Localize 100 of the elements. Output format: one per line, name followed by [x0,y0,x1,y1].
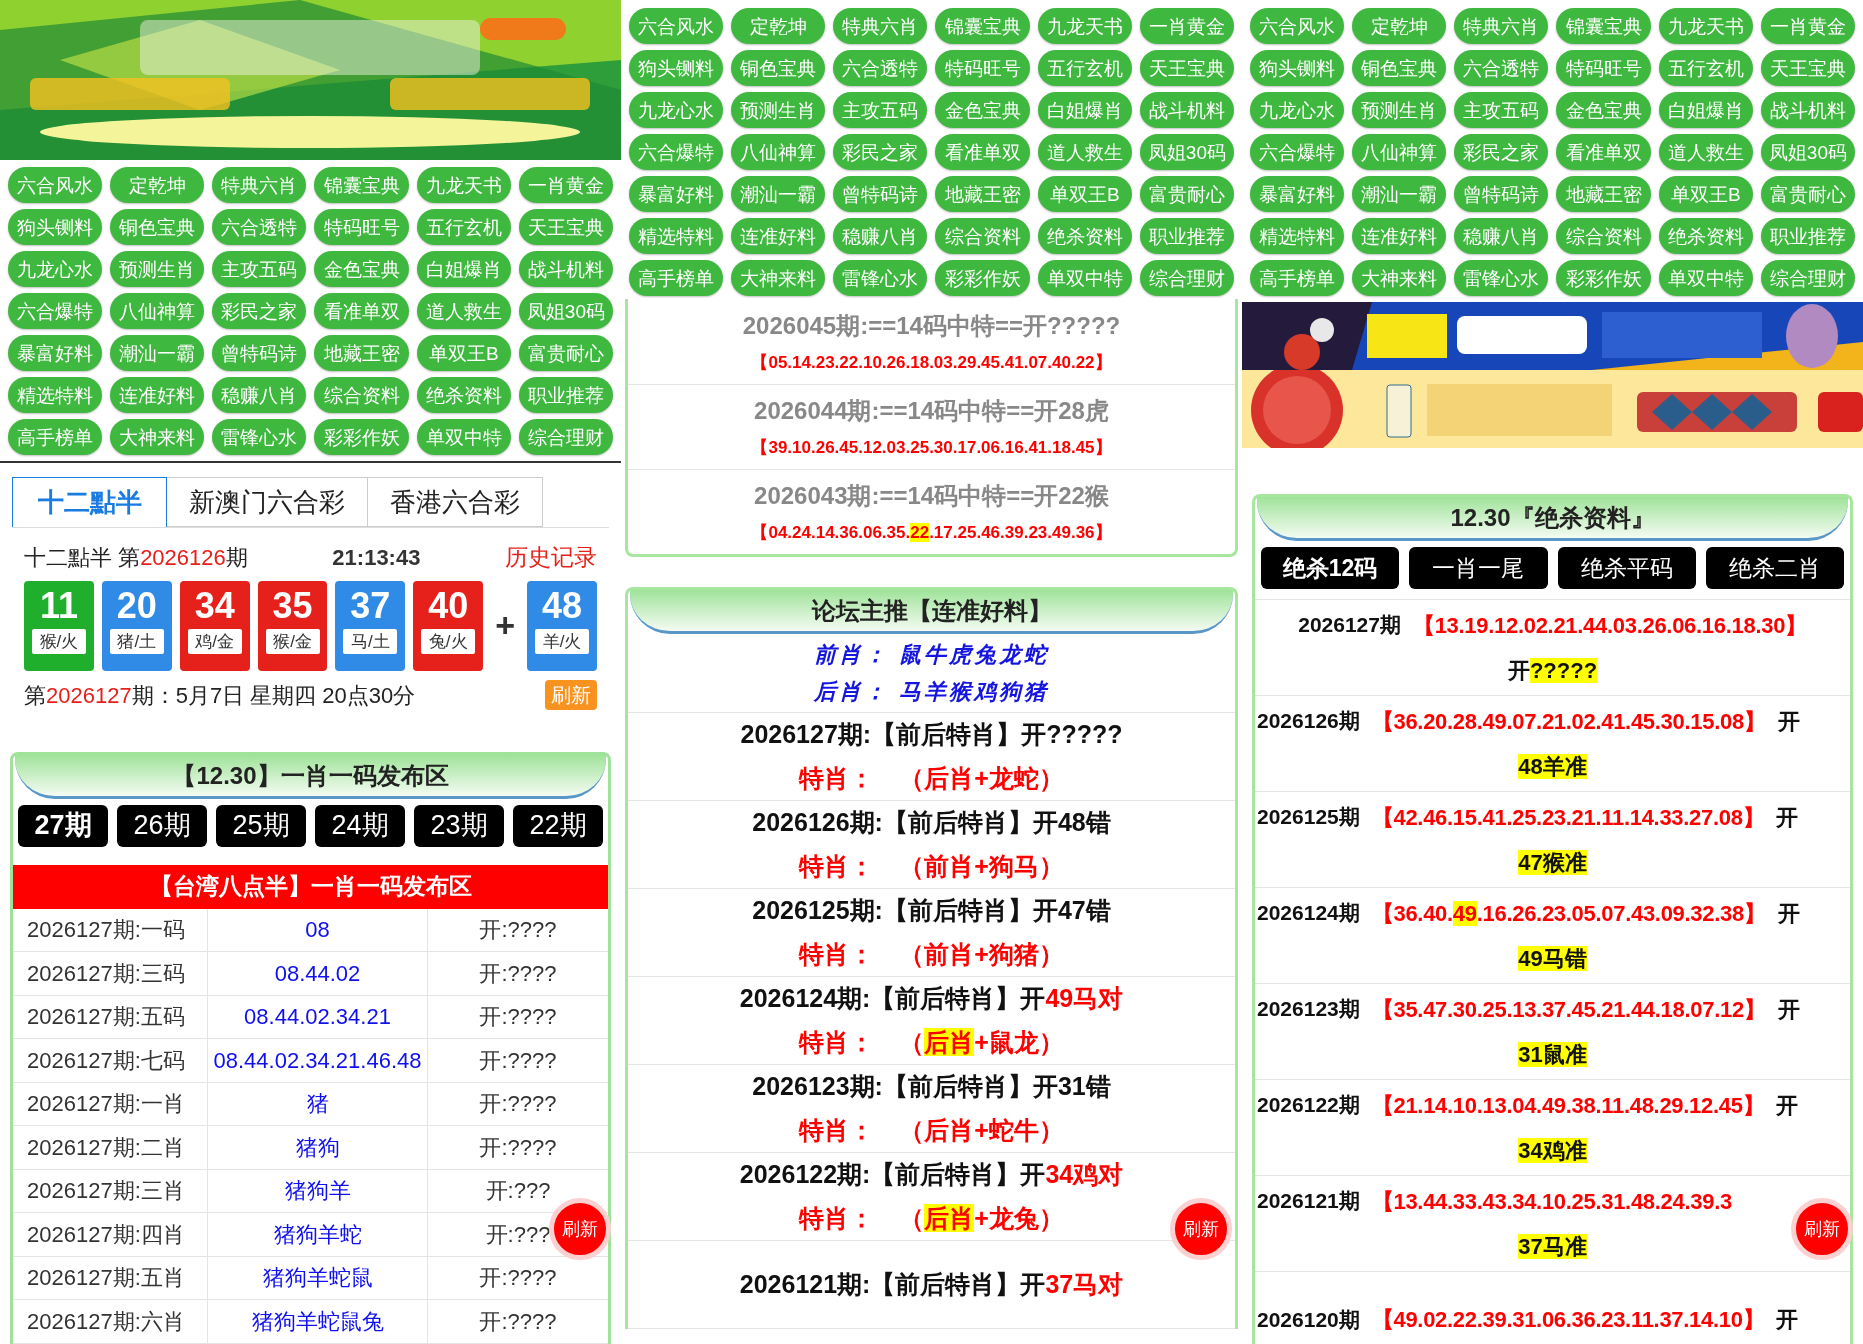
nav-button[interactable]: 稳赚八肖 [1454,218,1549,254]
lottery-tab[interactable]: 十二點半 [12,477,167,527]
nav-button[interactable]: 彩民之家 [833,134,928,170]
nav-button[interactable]: 狗头铡料 [629,50,724,86]
refresh-button[interactable]: 刷新 [1791,1198,1853,1260]
nav-button[interactable]: 雷锋心水 [1454,260,1549,296]
nav-button[interactable]: 地藏王密 [314,335,409,371]
nav-button[interactable]: 主攻五码 [1454,92,1549,128]
nav-button[interactable]: 六合透特 [833,50,928,86]
nav-button[interactable]: 彩彩作妖 [1556,260,1651,296]
nav-button[interactable]: 主攻五码 [212,251,307,287]
nav-button[interactable]: 精选特料 [629,218,724,254]
nav-button[interactable]: 锦囊宝典 [1556,8,1651,44]
nav-button[interactable]: 锦囊宝典 [314,167,409,203]
nav-button[interactable]: 九龙天书 [1037,8,1132,44]
nav-button[interactable]: 九龙天书 [1658,8,1753,44]
nav-button[interactable]: 八仙神算 [110,293,205,329]
nav-button[interactable]: 单双中特 [416,419,511,455]
nav-button[interactable]: 综合资料 [935,218,1030,254]
nav-button[interactable]: 六合爆特 [1250,134,1345,170]
nav-button[interactable]: 大神来料 [731,260,826,296]
nav-button[interactable]: 道人救生 [416,293,511,329]
nav-button[interactable]: 定乾坤 [110,167,205,203]
nav-button[interactable]: 曾特码诗 [1454,176,1549,212]
nav-button[interactable]: 绝杀资料 [1037,218,1132,254]
nav-button[interactable]: 白姐爆肖 [1658,92,1753,128]
nav-button[interactable]: 看准单双 [935,134,1030,170]
nav-button[interactable]: 白姐爆肖 [1037,92,1132,128]
nav-button[interactable]: 战斗机料 [1760,92,1855,128]
nav-button[interactable]: 暴富好料 [8,335,103,371]
nav-button[interactable]: 绝杀资料 [416,377,511,413]
period-tab[interactable]: 22期 [513,804,603,847]
nav-button[interactable]: 五行玄机 [1658,50,1753,86]
nav-button[interactable]: 特典六肖 [833,8,928,44]
nav-button[interactable]: 铜色宝典 [731,50,826,86]
nav-button[interactable]: 预测生肖 [731,92,826,128]
nav-button[interactable]: 连准好料 [1352,218,1447,254]
category-tab[interactable]: 一肖一尾 [1409,547,1548,589]
nav-button[interactable]: 特典六肖 [1454,8,1549,44]
nav-button[interactable]: 九龙心水 [8,251,103,287]
nav-button[interactable]: 道人救生 [1037,134,1132,170]
nav-button[interactable]: 凤姐30码 [1139,134,1234,170]
nav-button[interactable]: 潮汕一霸 [1352,176,1447,212]
nav-button[interactable]: 富贵耐心 [1760,176,1855,212]
nav-button[interactable]: 狗头铡料 [8,209,103,245]
nav-button[interactable]: 凤姐30码 [518,293,613,329]
nav-button[interactable]: 天王宝典 [1139,50,1234,86]
nav-button[interactable]: 金色宝典 [1556,92,1651,128]
nav-button[interactable]: 高手榜单 [8,419,103,455]
nav-button[interactable]: 六合爆特 [629,134,724,170]
nav-button[interactable]: 六合风水 [1250,8,1345,44]
nav-button[interactable]: 职业推荐 [518,377,613,413]
nav-button[interactable]: 职业推荐 [1760,218,1855,254]
nav-button[interactable]: 稳赚八肖 [833,218,928,254]
nav-button[interactable]: 道人救生 [1658,134,1753,170]
lottery-tab[interactable]: 香港六合彩 [368,477,543,527]
nav-button[interactable]: 单双王B [416,335,511,371]
lottery-tab[interactable]: 新澳门六合彩 [167,477,368,527]
nav-button[interactable]: 富贵耐心 [1139,176,1234,212]
nav-button[interactable]: 精选特料 [8,377,103,413]
nav-button[interactable]: 潮汕一霸 [110,335,205,371]
nav-button[interactable]: 稳赚八肖 [212,377,307,413]
nav-button[interactable]: 六合风水 [629,8,724,44]
nav-button[interactable]: 定乾坤 [1352,8,1447,44]
nav-button[interactable]: 九龙心水 [1250,92,1345,128]
nav-button[interactable]: 绝杀资料 [1658,218,1753,254]
nav-button[interactable]: 六合风水 [8,167,103,203]
nav-button[interactable]: 单双中特 [1658,260,1753,296]
nav-button[interactable]: 特典六肖 [212,167,307,203]
nav-button[interactable]: 高手榜单 [1250,260,1345,296]
nav-button[interactable]: 六合透特 [212,209,307,245]
nav-button[interactable]: 职业推荐 [1139,218,1234,254]
nav-button[interactable]: 六合爆特 [8,293,103,329]
nav-button[interactable]: 铜色宝典 [1352,50,1447,86]
nav-button[interactable]: 曾特码诗 [833,176,928,212]
nav-button[interactable]: 单双王B [1658,176,1753,212]
nav-button[interactable]: 五行玄机 [416,209,511,245]
nav-button[interactable]: 金色宝典 [314,251,409,287]
nav-button[interactable]: 八仙神算 [1352,134,1447,170]
nav-button[interactable]: 八仙神算 [731,134,826,170]
nav-button[interactable]: 战斗机料 [518,251,613,287]
period-tab[interactable]: 26期 [117,804,207,847]
nav-button[interactable]: 天王宝典 [1760,50,1855,86]
nav-button[interactable]: 综合理财 [1760,260,1855,296]
nav-button[interactable]: 精选特料 [1250,218,1345,254]
nav-button[interactable]: 暴富好料 [629,176,724,212]
nav-button[interactable]: 富贵耐心 [518,335,613,371]
nav-button[interactable]: 特码旺号 [314,209,409,245]
nav-button[interactable]: 狗头铡料 [1250,50,1345,86]
nav-button[interactable]: 雷锋心水 [833,260,928,296]
nav-button[interactable]: 一肖黄金 [1760,8,1855,44]
nav-button[interactable]: 战斗机料 [1139,92,1234,128]
nav-button[interactable]: 大神来料 [1352,260,1447,296]
nav-button[interactable]: 六合透特 [1454,50,1549,86]
nav-button[interactable]: 彩民之家 [1454,134,1549,170]
nav-button[interactable]: 综合资料 [314,377,409,413]
nav-button[interactable]: 金色宝典 [935,92,1030,128]
nav-button[interactable]: 铜色宝典 [110,209,205,245]
nav-button[interactable]: 高手榜单 [629,260,724,296]
nav-button[interactable]: 定乾坤 [731,8,826,44]
